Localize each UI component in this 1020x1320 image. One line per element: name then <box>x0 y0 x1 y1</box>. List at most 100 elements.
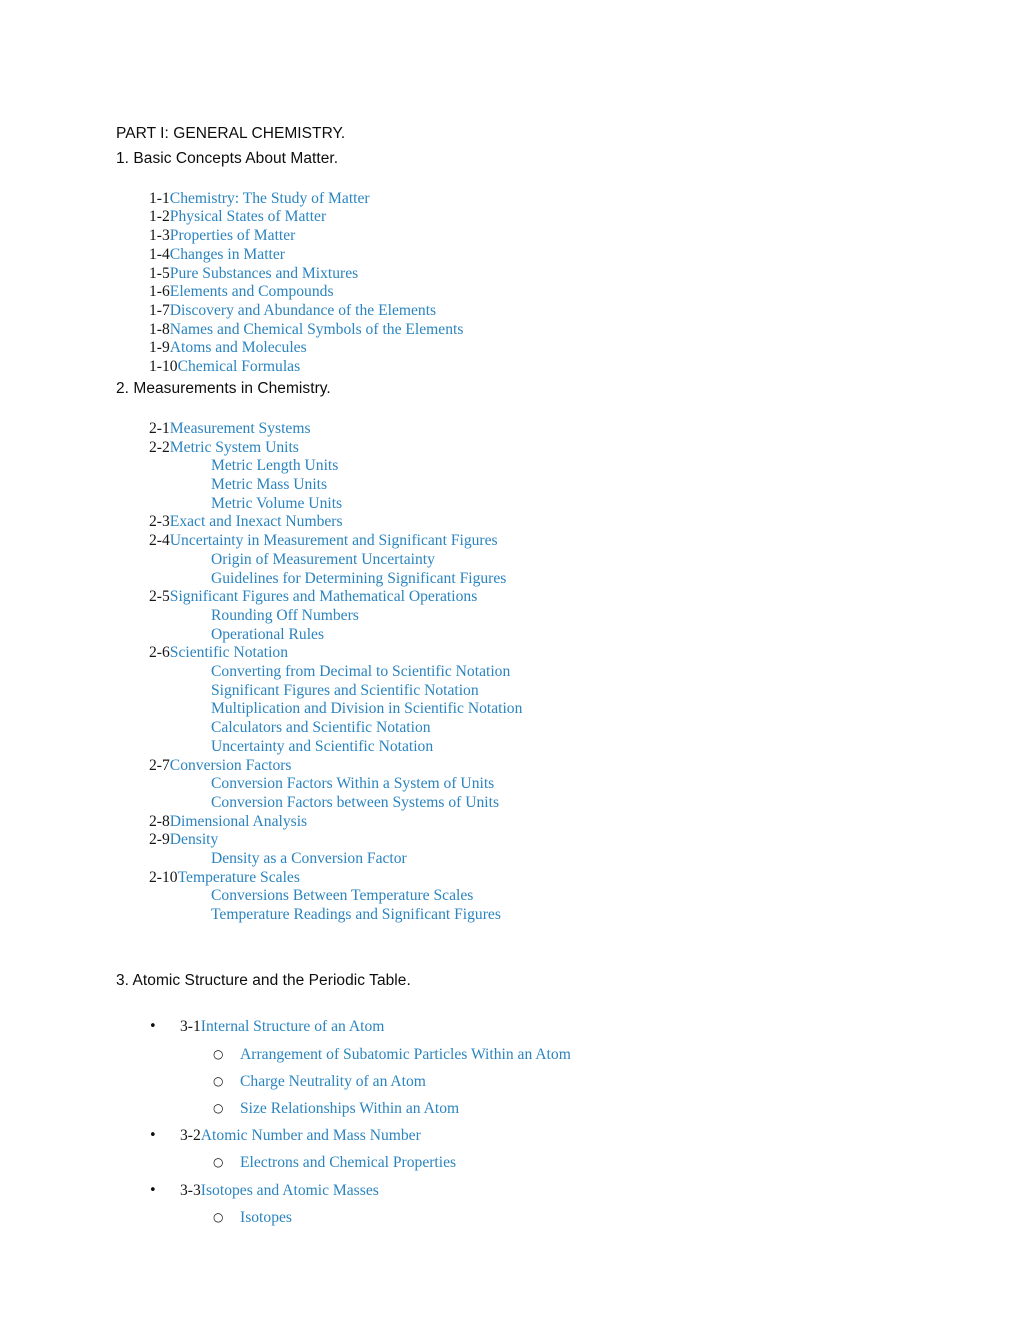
toc-entry-title[interactable]: Properties of Matter <box>170 227 296 244</box>
toc-entry-number: 1-9 <box>149 339 170 357</box>
toc-entry[interactable]: Calculators and Scientific Notation <box>0 719 1020 738</box>
toc-entry[interactable]: Significant Figures and Scientific Notat… <box>0 682 1020 701</box>
toc-entry[interactable]: 2-5Significant Figures and Mathematical … <box>0 588 1020 607</box>
toc-entry-title[interactable]: Significant Figures and Mathematical Ope… <box>170 588 477 605</box>
toc-entry-title[interactable]: Pure Substances and Mixtures <box>170 265 358 282</box>
toc-entry-title[interactable]: Internal Structure of an Atom <box>201 1018 385 1035</box>
toc-entry[interactable]: Metric Mass Units <box>0 476 1020 495</box>
toc-entry-title[interactable]: Uncertainty and Scientific Notation <box>211 738 433 755</box>
toc-entry[interactable]: 2-7Conversion Factors <box>0 757 1020 776</box>
toc-entry-title[interactable]: Atoms and Molecules <box>170 339 307 356</box>
hollow-bullet-icon: ○ <box>213 1073 224 1088</box>
toc-entry-title[interactable]: Size Relationships Within an Atom <box>240 1100 459 1117</box>
toc-entry[interactable]: 2-9Density <box>0 831 1020 850</box>
toc-entry[interactable]: Metric Length Units <box>0 457 1020 476</box>
toc-entry[interactable]: 1-9Atoms and Molecules <box>0 339 1020 358</box>
toc-entry[interactable]: 1-4Changes in Matter <box>0 246 1020 265</box>
toc-entry-number: 1-4 <box>149 245 170 263</box>
chapter-heading-3: 3. Atomic Structure and the Periodic Tab… <box>116 971 411 989</box>
toc-entry-number: 1-2 <box>149 208 170 226</box>
toc-entry[interactable]: 1-5Pure Substances and Mixtures <box>0 265 1020 284</box>
toc-entry-title[interactable]: Discovery and Abundance of the Elements <box>170 302 436 319</box>
toc-entry[interactable]: 2-8Dimensional Analysis <box>0 813 1020 832</box>
toc-entry-title[interactable]: Scientific Notation <box>170 644 288 661</box>
part-title: PART I: GENERAL CHEMISTRY. <box>116 125 346 142</box>
toc-entry-title[interactable]: Measurement Systems <box>170 420 311 437</box>
toc-entry-title[interactable]: Metric System Units <box>170 439 299 456</box>
toc-entry[interactable]: Density as a Conversion Factor <box>0 850 1020 869</box>
toc-entry-title[interactable]: Isotopes and Atomic Masses <box>201 1182 379 1199</box>
toc-entry-title[interactable]: Conversion Factors Within a System of Un… <box>211 775 494 792</box>
toc-entry-title[interactable]: Arrangement of Subatomic Particles Withi… <box>240 1046 571 1063</box>
toc-entry[interactable]: 2-6Scientific Notation <box>0 644 1020 663</box>
toc-entry-title[interactable]: Uncertainty in Measurement and Significa… <box>170 532 498 549</box>
toc-entry[interactable]: Conversions Between Temperature Scales <box>0 887 1020 906</box>
toc-list-chapter-2: 2-1Measurement Systems 2-2Metric System U… <box>0 420 1020 925</box>
toc-entry[interactable]: Guidelines for Determining Significant F… <box>0 570 1020 589</box>
toc-entry[interactable]: Conversion Factors between Systems of Un… <box>0 794 1020 813</box>
toc-entry[interactable]: 2-2Metric System Units <box>0 439 1020 458</box>
toc-entry-title[interactable]: Density as a Conversion Factor <box>211 850 407 867</box>
toc-entry-title[interactable]: Charge Neutrality of an Atom <box>240 1073 426 1090</box>
toc-entry-title[interactable]: Electrons and Chemical Properties <box>240 1154 456 1171</box>
toc-entry[interactable]: Operational Rules <box>0 626 1020 645</box>
toc-entry-title[interactable]: Exact and Inexact Numbers <box>170 513 343 530</box>
toc-entry-title[interactable]: Temperature Readings and Significant Fig… <box>211 906 501 923</box>
toc-entry[interactable]: • 3-2Atomic Number and Mass Number <box>0 1122 1020 1149</box>
toc-entry-title[interactable]: Calculators and Scientific Notation <box>211 719 431 736</box>
toc-entry[interactable]: • 3-1Internal Structure of an Atom <box>0 1013 1020 1040</box>
toc-entry-title[interactable]: Changes in Matter <box>170 246 285 263</box>
toc-entry[interactable]: Origin of Measurement Uncertainty <box>0 551 1020 570</box>
toc-entry[interactable]: ○ Isotopes <box>0 1204 1020 1231</box>
toc-entry-title[interactable]: Converting from Decimal to Scientific No… <box>211 663 510 680</box>
toc-entry[interactable]: 2-10Temperature Scales <box>0 869 1020 888</box>
toc-entry[interactable]: Temperature Readings and Significant Fig… <box>0 906 1020 925</box>
toc-entry-title[interactable]: Dimensional Analysis <box>170 813 307 830</box>
toc-entry[interactable]: 1-6Elements and Compounds <box>0 283 1020 302</box>
toc-entry[interactable]: ○ Size Relationships Within an Atom <box>0 1095 1020 1122</box>
toc-entry-title[interactable]: Operational Rules <box>211 626 324 643</box>
toc-entry-title[interactable]: Conversions Between Temperature Scales <box>211 887 473 904</box>
toc-entry-number: 2-7 <box>149 756 170 774</box>
toc-entry[interactable]: 2-4Uncertainty in Measurement and Signif… <box>0 532 1020 551</box>
toc-entry[interactable]: 1-2Physical States of Matter <box>0 208 1020 227</box>
toc-entry[interactable]: 1-3Properties of Matter <box>0 227 1020 246</box>
toc-entry[interactable]: 2-3Exact and Inexact Numbers <box>0 513 1020 532</box>
toc-entry[interactable]: ○ Arrangement of Subatomic Particles With… <box>0 1041 1020 1068</box>
toc-entry[interactable]: ○ Electrons and Chemical Properties <box>0 1149 1020 1176</box>
toc-entry[interactable]: Multiplication and Division in Scientifi… <box>0 700 1020 719</box>
toc-entry[interactable]: Metric Volume Units <box>0 495 1020 514</box>
toc-entry-title[interactable]: Conversion Factors <box>170 757 292 774</box>
toc-entry[interactable]: Uncertainty and Scientific Notation <box>0 738 1020 757</box>
toc-entry-title[interactable]: Names and Chemical Symbols of the Elemen… <box>170 321 464 338</box>
toc-entry-title[interactable]: Rounding Off Numbers <box>211 607 359 624</box>
toc-entry[interactable]: Rounding Off Numbers <box>0 607 1020 626</box>
toc-entry-title[interactable]: Guidelines for Determining Significant F… <box>211 570 506 587</box>
toc-entry-title[interactable]: Temperature Scales <box>178 869 300 886</box>
toc-entry[interactable]: Conversion Factors Within a System of Un… <box>0 775 1020 794</box>
toc-entry[interactable]: 2-1Measurement Systems <box>0 420 1020 439</box>
toc-entry[interactable]: 1-7Discovery and Abundance of the Elemen… <box>0 302 1020 321</box>
toc-entry-title[interactable]: Significant Figures and Scientific Notat… <box>211 682 479 699</box>
toc-entry-title[interactable]: Metric Mass Units <box>211 476 327 493</box>
toc-entry[interactable]: 1-10Chemical Formulas <box>0 358 1020 377</box>
toc-entry-title[interactable]: Physical States of Matter <box>170 208 326 225</box>
hollow-bullet-icon: ○ <box>213 1209 224 1224</box>
toc-entry[interactable]: ○ Charge Neutrality of an Atom <box>0 1068 1020 1095</box>
toc-entry-title[interactable]: Density <box>170 831 219 848</box>
toc-entry-title[interactable]: Metric Length Units <box>211 457 338 474</box>
toc-entry-title[interactable]: Origin of Measurement Uncertainty <box>211 551 435 568</box>
toc-entry-title[interactable]: Elements and Compounds <box>170 283 334 300</box>
toc-entry[interactable]: Converting from Decimal to Scientific No… <box>0 663 1020 682</box>
toc-entry-title[interactable]: Metric Volume Units <box>211 495 342 512</box>
toc-entry-title[interactable]: Chemistry: The Study of Matter <box>170 190 370 207</box>
toc-entry-title[interactable]: Multiplication and Division in Scientifi… <box>211 700 522 717</box>
toc-entry-title[interactable]: Conversion Factors between Systems of Un… <box>211 794 499 811</box>
toc-entry-title[interactable]: Chemical Formulas <box>178 358 301 375</box>
toc-entry[interactable]: 1-1Chemistry: The Study of Matter <box>0 190 1020 209</box>
toc-entry[interactable]: 1-8Names and Chemical Symbols of the Ele… <box>0 321 1020 340</box>
toc-entry[interactable]: • 3-3Isotopes and Atomic Masses <box>0 1177 1020 1204</box>
toc-entry-title[interactable]: Isotopes <box>240 1209 292 1226</box>
toc-entry-title[interactable]: Atomic Number and Mass Number <box>201 1127 421 1144</box>
toc-entry-number: 2-4 <box>149 532 170 550</box>
